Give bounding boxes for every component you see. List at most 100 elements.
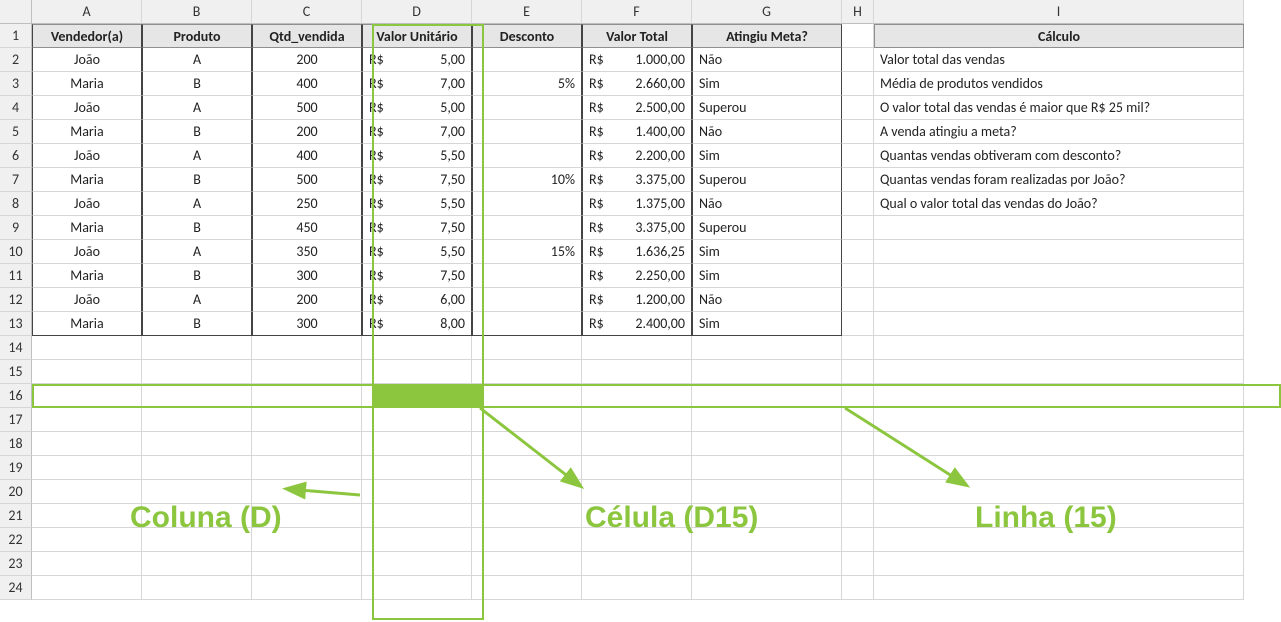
cell-D7[interactable]: R$7,50 bbox=[362, 168, 472, 192]
cell-I8[interactable]: Qual o valor total das vendas do João? bbox=[874, 192, 1244, 216]
cell-D4[interactable]: R$5,00 bbox=[362, 96, 472, 120]
cell-F14[interactable] bbox=[582, 336, 692, 360]
cell-A19[interactable] bbox=[32, 456, 142, 480]
cell-G3[interactable]: Sim bbox=[692, 72, 842, 96]
cell-A22[interactable] bbox=[32, 528, 142, 552]
cell-A6[interactable]: João bbox=[32, 144, 142, 168]
cell-B17[interactable] bbox=[142, 408, 252, 432]
row-header-17[interactable]: 17 bbox=[0, 408, 32, 432]
cell-I19[interactable] bbox=[874, 456, 1244, 480]
row-header-24[interactable]: 24 bbox=[0, 576, 32, 600]
cell-H20[interactable] bbox=[842, 480, 874, 504]
cell-A20[interactable] bbox=[32, 480, 142, 504]
cell-E19[interactable] bbox=[472, 456, 582, 480]
cell-I3[interactable]: Média de produtos vendidos bbox=[874, 72, 1244, 96]
row-header-6[interactable]: 6 bbox=[0, 144, 32, 168]
cell-H11[interactable] bbox=[842, 264, 874, 288]
cell-G16[interactable] bbox=[692, 384, 842, 408]
cell-I11[interactable] bbox=[874, 264, 1244, 288]
col-header-B[interactable]: B bbox=[142, 0, 252, 24]
row-header-16[interactable]: 16 bbox=[0, 384, 32, 408]
cell-E18[interactable] bbox=[472, 432, 582, 456]
cell-D15[interactable] bbox=[362, 360, 472, 384]
row-header-13[interactable]: 13 bbox=[0, 312, 32, 336]
cell-B5[interactable]: B bbox=[142, 120, 252, 144]
cell-I16[interactable] bbox=[874, 384, 1244, 408]
cell-F10[interactable]: R$1.636,25 bbox=[582, 240, 692, 264]
cell-D13[interactable]: R$8,00 bbox=[362, 312, 472, 336]
cell-D9[interactable]: R$7,50 bbox=[362, 216, 472, 240]
cell-G5[interactable]: Não bbox=[692, 120, 842, 144]
cell-H18[interactable] bbox=[842, 432, 874, 456]
cell-A3[interactable]: Maria bbox=[32, 72, 142, 96]
cell-I22[interactable] bbox=[874, 528, 1244, 552]
col-header-F[interactable]: F bbox=[582, 0, 692, 24]
cell-F7[interactable]: R$3.375,00 bbox=[582, 168, 692, 192]
cell-H21[interactable] bbox=[842, 504, 874, 528]
cell-I20[interactable] bbox=[874, 480, 1244, 504]
cell-I4[interactable]: O valor total das vendas é maior que R$ … bbox=[874, 96, 1244, 120]
cell-B14[interactable] bbox=[142, 336, 252, 360]
cell-I10[interactable] bbox=[874, 240, 1244, 264]
row-header-18[interactable]: 18 bbox=[0, 432, 32, 456]
cell-E11[interactable] bbox=[472, 264, 582, 288]
cell-F3[interactable]: R$2.660,00 bbox=[582, 72, 692, 96]
cell-G14[interactable] bbox=[692, 336, 842, 360]
cell-I17[interactable] bbox=[874, 408, 1244, 432]
cell-A2[interactable]: João bbox=[32, 48, 142, 72]
cell-B4[interactable]: A bbox=[142, 96, 252, 120]
cell-I12[interactable] bbox=[874, 288, 1244, 312]
cell-E24[interactable] bbox=[472, 576, 582, 600]
cell-D17[interactable] bbox=[362, 408, 472, 432]
cell-H19[interactable] bbox=[842, 456, 874, 480]
cell-A4[interactable]: João bbox=[32, 96, 142, 120]
cell-E22[interactable] bbox=[472, 528, 582, 552]
cell-C17[interactable] bbox=[252, 408, 362, 432]
col-header-H[interactable]: H bbox=[842, 0, 874, 24]
cell-H15[interactable] bbox=[842, 360, 874, 384]
cell-G7[interactable]: Superou bbox=[692, 168, 842, 192]
cell-D20[interactable] bbox=[362, 480, 472, 504]
cell-D6[interactable]: R$5,50 bbox=[362, 144, 472, 168]
cell-G13[interactable]: Sim bbox=[692, 312, 842, 336]
cell-E15[interactable] bbox=[472, 360, 582, 384]
row-header-7[interactable]: 7 bbox=[0, 168, 32, 192]
cell-H6[interactable] bbox=[842, 144, 874, 168]
row-header-3[interactable]: 3 bbox=[0, 72, 32, 96]
cell-E4[interactable] bbox=[472, 96, 582, 120]
cell-C4[interactable]: 500 bbox=[252, 96, 362, 120]
cell-B7[interactable]: B bbox=[142, 168, 252, 192]
cell-A17[interactable] bbox=[32, 408, 142, 432]
cell-G6[interactable]: Sim bbox=[692, 144, 842, 168]
cell-A9[interactable]: Maria bbox=[32, 216, 142, 240]
cell-E2[interactable] bbox=[472, 48, 582, 72]
cell-C24[interactable] bbox=[252, 576, 362, 600]
row-header-19[interactable]: 19 bbox=[0, 456, 32, 480]
cell-D5[interactable]: R$7,00 bbox=[362, 120, 472, 144]
cell-A21[interactable] bbox=[32, 504, 142, 528]
cell-B15[interactable] bbox=[142, 360, 252, 384]
cell-B19[interactable] bbox=[142, 456, 252, 480]
cell-C5[interactable]: 200 bbox=[252, 120, 362, 144]
cell-H17[interactable] bbox=[842, 408, 874, 432]
cell-A24[interactable] bbox=[32, 576, 142, 600]
cell-G22[interactable] bbox=[692, 528, 842, 552]
cell-I24[interactable] bbox=[874, 576, 1244, 600]
cell-F11[interactable]: R$2.250,00 bbox=[582, 264, 692, 288]
cell-A5[interactable]: Maria bbox=[32, 120, 142, 144]
cell-D19[interactable] bbox=[362, 456, 472, 480]
cell-F4[interactable]: R$2.500,00 bbox=[582, 96, 692, 120]
cell-B18[interactable] bbox=[142, 432, 252, 456]
row-header-11[interactable]: 11 bbox=[0, 264, 32, 288]
cell-H9[interactable] bbox=[842, 216, 874, 240]
col-header-I[interactable]: I bbox=[874, 0, 1244, 24]
cell-F17[interactable] bbox=[582, 408, 692, 432]
row-header-4[interactable]: 4 bbox=[0, 96, 32, 120]
cell-C23[interactable] bbox=[252, 552, 362, 576]
cell-G9[interactable]: Superou bbox=[692, 216, 842, 240]
cell-B6[interactable]: A bbox=[142, 144, 252, 168]
cell-H10[interactable] bbox=[842, 240, 874, 264]
cell-G10[interactable]: Sim bbox=[692, 240, 842, 264]
cell-G21[interactable] bbox=[692, 504, 842, 528]
col-header-A[interactable]: A bbox=[32, 0, 142, 24]
